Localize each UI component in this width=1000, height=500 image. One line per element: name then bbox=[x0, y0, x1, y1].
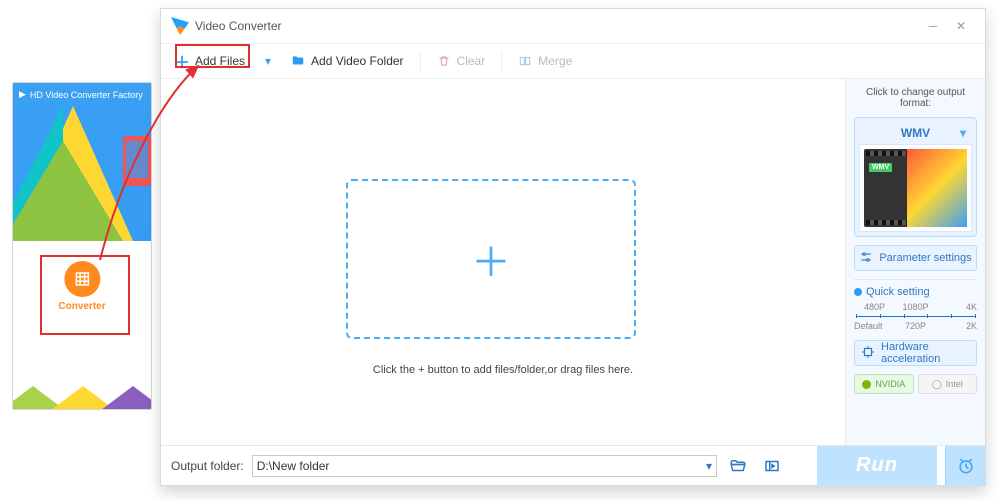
intel-chip[interactable]: ◯Intel bbox=[918, 374, 978, 394]
nvidia-chip[interactable]: NVIDIA bbox=[854, 374, 914, 394]
output-folder-extra-button[interactable] bbox=[759, 453, 785, 479]
folder-icon bbox=[291, 54, 305, 68]
close-button[interactable]: ✕ bbox=[947, 12, 975, 40]
launcher-body: Converter bbox=[13, 241, 151, 410]
converter-icon bbox=[64, 261, 100, 297]
output-format-card[interactable]: WMV ▾ WMV bbox=[854, 117, 977, 237]
hardware-acceleration-label: Hardware acceleration bbox=[881, 341, 970, 365]
trash-icon bbox=[437, 54, 451, 68]
toolbar: ＋ Add Files ▾ Add Video Folder Clear Mer… bbox=[161, 43, 985, 79]
merge-label: Merge bbox=[538, 54, 572, 68]
window-title: Video Converter bbox=[195, 19, 282, 33]
wmv-badge: WMV bbox=[869, 163, 892, 172]
converter-label: Converter bbox=[58, 301, 105, 312]
hardware-acceleration-button[interactable]: Hardware acceleration bbox=[854, 340, 977, 366]
chevron-down-icon: ▾ bbox=[960, 126, 966, 140]
launcher-title: ▶HD Video Converter Factory bbox=[13, 83, 151, 106]
parameter-settings-button[interactable]: Parameter settings bbox=[854, 245, 977, 271]
output-format-heading: Click to change output format: bbox=[854, 87, 977, 109]
sliders-icon bbox=[859, 250, 873, 267]
open-folder-button[interactable] bbox=[725, 453, 751, 479]
launcher-banner bbox=[13, 106, 151, 241]
nvidia-icon bbox=[862, 380, 871, 389]
quick-setting-slider[interactable]: 480P1080P4K Default720P2K bbox=[854, 302, 977, 332]
minimize-button[interactable]: ─ bbox=[919, 12, 947, 40]
merge-button[interactable]: Merge bbox=[508, 47, 582, 75]
output-folder-input[interactable]: D:\New folder ▾ bbox=[252, 455, 717, 477]
add-files-button[interactable]: ＋ Add Files bbox=[165, 47, 255, 75]
parameter-settings-label: Parameter settings bbox=[879, 252, 971, 264]
quick-setting: Quick setting 480P1080P4K Default720P2K bbox=[854, 279, 977, 332]
dropzone-plus-icon: ＋ bbox=[471, 230, 511, 288]
titlebar: Video Converter ─ ✕ bbox=[161, 9, 985, 43]
intel-icon: ◯ bbox=[932, 379, 942, 390]
dropzone-hint: Click the + button to add files/folder,o… bbox=[161, 364, 845, 376]
output-folder-value: D:\New folder bbox=[257, 459, 330, 473]
clear-label: Clear bbox=[457, 54, 486, 68]
add-folder-label: Add Video Folder bbox=[311, 54, 404, 68]
dropzone[interactable]: ＋ bbox=[346, 179, 636, 339]
main-window: Video Converter ─ ✕ ＋ Add Files ▾ Add Vi… bbox=[160, 8, 986, 486]
knob-icon bbox=[854, 288, 862, 296]
add-folder-button[interactable]: Add Video Folder bbox=[281, 47, 414, 75]
app-logo-icon bbox=[171, 17, 189, 35]
run-button[interactable]: Run bbox=[817, 446, 937, 486]
converter-button[interactable]: Converter bbox=[58, 261, 105, 312]
add-files-dropdown[interactable]: ▾ bbox=[263, 54, 273, 68]
launcher-window: ▶HD Video Converter Factory Converter bbox=[12, 82, 152, 410]
alarm-button[interactable] bbox=[945, 446, 985, 486]
plus-icon: ＋ bbox=[175, 54, 189, 68]
main-area: ＋ Click the + button to add files/folder… bbox=[161, 79, 845, 445]
format-thumbnail: WMV bbox=[859, 144, 972, 232]
output-format-label: WMV bbox=[901, 126, 930, 140]
quick-setting-label: Quick setting bbox=[866, 286, 930, 298]
chevron-down-icon: ▾ bbox=[706, 459, 712, 473]
output-folder-label: Output folder: bbox=[171, 459, 244, 473]
add-files-label: Add Files bbox=[195, 54, 245, 68]
clear-button[interactable]: Clear bbox=[427, 47, 496, 75]
side-panel: Click to change output format: WMV ▾ WMV… bbox=[845, 79, 985, 445]
merge-icon bbox=[518, 54, 532, 68]
chip-icon bbox=[861, 345, 875, 362]
footer: Output folder: D:\New folder ▾ Run bbox=[161, 445, 985, 485]
